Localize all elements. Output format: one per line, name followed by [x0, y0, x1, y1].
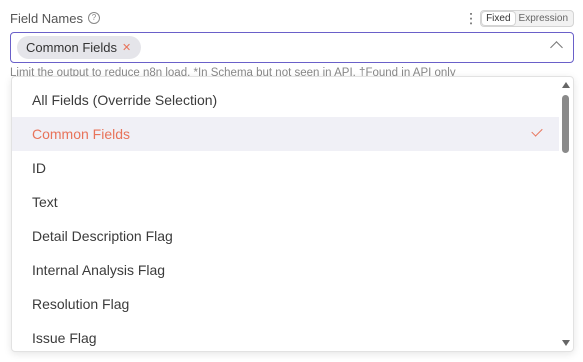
option-issue-flag[interactable]: Issue Flag	[12, 321, 559, 351]
chevron-up-icon[interactable]	[550, 41, 563, 54]
field-header: Field Names ? ⋮ Fixed Expression	[10, 8, 574, 28]
option-detail-description-flag[interactable]: Detail Description Flag	[12, 219, 559, 253]
field-names-select[interactable]: Common Fields ✕	[10, 32, 574, 63]
mode-expression-button[interactable]: Expression	[515, 12, 572, 25]
options-dropdown: All Fields (Override Selection) Common F…	[11, 76, 574, 352]
scroll-up-arrow-icon[interactable]	[562, 82, 570, 88]
check-icon	[531, 125, 543, 137]
option-text[interactable]: Text	[12, 185, 559, 219]
option-internal-analysis-flag[interactable]: Internal Analysis Flag	[12, 253, 559, 287]
scroll-down-arrow-icon[interactable]	[562, 340, 570, 346]
options-list: All Fields (Override Selection) Common F…	[12, 83, 559, 351]
option-all-fields[interactable]: All Fields (Override Selection)	[12, 83, 559, 117]
dropdown-scrollbar[interactable]	[560, 79, 571, 349]
scroll-thumb[interactable]	[562, 95, 569, 153]
selected-chip: Common Fields ✕	[17, 36, 142, 59]
mode-fixed-button[interactable]: Fixed	[482, 11, 515, 25]
option-common-fields[interactable]: Common Fields	[12, 117, 559, 151]
chip-label: Common Fields	[26, 40, 118, 55]
mode-toggle: Fixed Expression	[480, 9, 574, 27]
kebab-menu-icon[interactable]: ⋮	[464, 11, 478, 25]
field-label: Field Names	[10, 10, 83, 26]
question-circle-icon[interactable]: ?	[87, 12, 100, 24]
close-icon[interactable]: ✕	[122, 41, 131, 54]
option-label: Common Fields	[32, 126, 131, 142]
option-id[interactable]: ID	[12, 151, 559, 185]
option-resolution-flag[interactable]: Resolution Flag	[12, 287, 559, 321]
